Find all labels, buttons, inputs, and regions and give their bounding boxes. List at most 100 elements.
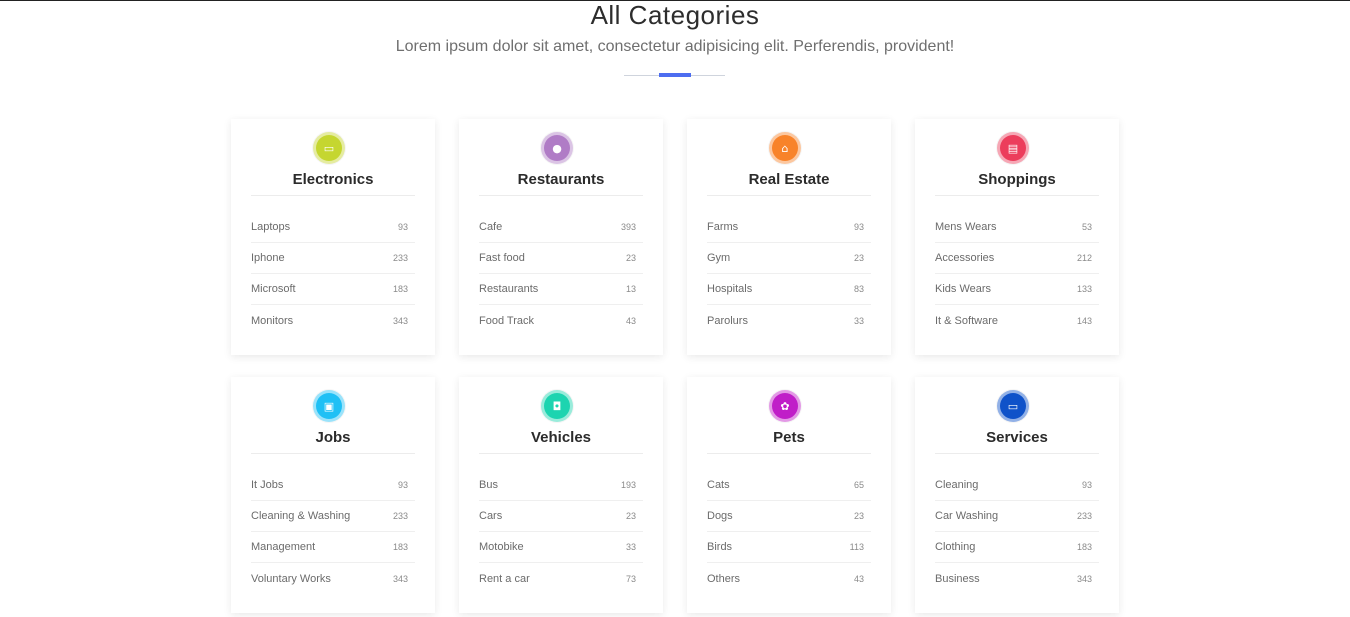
subcategory-item[interactable]: Cleaning & Washing 233 <box>251 501 415 532</box>
category-card-vehicles[interactable]: ◘ Vehicles Bus 193 Cars 23 Motobike 33 Rent a ca… <box>459 377 663 613</box>
subcategory-label[interactable]: Birds <box>707 541 732 553</box>
car-icon: ◘ <box>541 390 573 422</box>
category-card-electronics[interactable]: ▭ Electronics Laptops 93 Iphone 233 Microsoft 1… <box>231 119 435 355</box>
subcategory-item[interactable]: Kids Wears 133 <box>935 274 1099 305</box>
title-divider-accent <box>659 73 691 77</box>
subcategory-label[interactable]: Business <box>935 573 980 585</box>
subcategory-label[interactable]: Rent a car <box>479 573 530 585</box>
subcategory-item[interactable]: Motobike 33 <box>479 532 643 563</box>
subcategory-label[interactable]: Accessories <box>935 252 994 264</box>
subcategory-item[interactable]: Management 183 <box>251 532 415 563</box>
laptop-icon-glyph: ▭ <box>323 141 335 155</box>
category-title[interactable]: Vehicles <box>479 429 643 447</box>
category-title[interactable]: Pets <box>707 429 871 447</box>
subcategory-label[interactable]: Clothing <box>935 541 975 553</box>
subcategory-label[interactable]: Bus <box>479 479 498 491</box>
subcategory-label[interactable]: Fast food <box>479 252 525 264</box>
subcategory-label[interactable]: Farms <box>707 221 738 233</box>
category-title[interactable]: Restaurants <box>479 171 643 189</box>
section-header: All Categories Lorem ipsum dolor sit ame… <box>0 0 1350 57</box>
subcategory-item[interactable]: It & Software 143 <box>935 305 1099 336</box>
subcategory-item[interactable]: Laptops 93 <box>251 212 415 243</box>
subcategory-item[interactable]: Bus 193 <box>479 470 643 501</box>
category-title[interactable]: Real Estate <box>707 171 871 189</box>
category-card-pets[interactable]: ✿ Pets Cats 65 Dogs 23 Birds 113 Others 43 <box>687 377 891 613</box>
subcategory-item[interactable]: Cars 23 <box>479 501 643 532</box>
category-title[interactable]: Shoppings <box>935 171 1099 189</box>
subcategory-item[interactable]: Others 43 <box>707 563 871 594</box>
category-title[interactable]: Services <box>935 429 1099 447</box>
subcategory-count: 33 <box>853 315 864 326</box>
subcategory-item[interactable]: Dogs 23 <box>707 501 871 532</box>
subcategory-count: 233 <box>392 253 408 263</box>
subcategory-item[interactable]: Rent a car 73 <box>479 563 643 594</box>
subcategory-item[interactable]: Mens Wears 53 <box>935 212 1099 243</box>
subcategory-item[interactable]: Restaurants 13 <box>479 274 643 305</box>
subcategory-item[interactable]: Cats 65 <box>707 470 871 501</box>
subcategory-item[interactable]: Fast food 23 <box>479 243 643 274</box>
subcategory-label[interactable]: Gym <box>707 252 730 264</box>
subcategory-item[interactable]: Microsoft 183 <box>251 274 415 305</box>
subcategory-item[interactable]: Parolurs 33 <box>707 305 871 336</box>
subcategory-count: 23 <box>625 253 636 263</box>
subcategory-item[interactable]: Voluntary Works 343 <box>251 563 415 594</box>
subcategory-count: 143 <box>1076 315 1092 326</box>
subcategory-label[interactable]: Cars <box>479 510 502 522</box>
subcategory-count: 343 <box>392 573 408 584</box>
subcategory-item[interactable]: Business 343 <box>935 563 1099 594</box>
category-card-shoppings[interactable]: ▤ Shoppings Mens Wears 53 Accessories 212 Kids… <box>915 119 1119 355</box>
subcategory-label[interactable]: Kids Wears <box>935 283 991 295</box>
home-icon-glyph: ⌂ <box>781 141 789 155</box>
category-title[interactable]: Jobs <box>251 429 415 447</box>
subcategory-list: Farms 93 Gym 23 Hospitals 83 Parolurs 33 <box>707 212 871 336</box>
subcategory-count: 233 <box>1076 511 1092 521</box>
category-card-jobs[interactable]: ▣ Jobs It Jobs 93 Cleaning & Washing 233 Manag… <box>231 377 435 613</box>
subcategory-label[interactable]: Dogs <box>707 510 733 522</box>
subcategory-item[interactable]: Cafe 393 <box>479 212 643 243</box>
subcategory-label[interactable]: Car Washing <box>935 510 998 522</box>
subcategory-label[interactable]: Food Track <box>479 315 534 327</box>
subcategory-label[interactable]: Cafe <box>479 221 502 233</box>
subcategory-list: Laptops 93 Iphone 233 Microsoft 183 Monitors 34… <box>251 212 415 336</box>
subcategory-item[interactable]: Monitors 343 <box>251 305 415 336</box>
subcategory-label[interactable]: Hospitals <box>707 283 752 295</box>
subcategory-label[interactable]: Laptops <box>251 221 290 233</box>
subcategory-label[interactable]: Restaurants <box>479 283 538 295</box>
subcategory-label[interactable]: Others <box>707 573 740 585</box>
category-title[interactable]: Electronics <box>251 171 415 189</box>
subcategory-count: 183 <box>392 542 408 552</box>
subcategory-item[interactable]: Food Track 43 <box>479 305 643 336</box>
subcategory-item[interactable]: Gym 23 <box>707 243 871 274</box>
subcategory-item[interactable]: Car Washing 233 <box>935 501 1099 532</box>
subcategory-item[interactable]: It Jobs 93 <box>251 470 415 501</box>
category-card-real-estate[interactable]: ⌂ Real Estate Farms 93 Gym 23 Hospitals 83 Parol… <box>687 119 891 355</box>
subcategory-label[interactable]: Mens Wears <box>935 221 997 233</box>
subcategory-label[interactable]: Cleaning <box>935 479 978 491</box>
subcategory-item[interactable]: Farms 93 <box>707 212 871 243</box>
subcategory-label[interactable]: Motobike <box>479 541 524 553</box>
subcategory-label[interactable]: It Jobs <box>251 479 283 491</box>
category-card-restaurants[interactable]: ● Restaurants Cafe 393 Fast food 23 Restaurant… <box>459 119 663 355</box>
subcategory-label[interactable]: It & Software <box>935 315 998 327</box>
subcategory-label[interactable]: Voluntary Works <box>251 573 331 585</box>
subcategory-count: 33 <box>625 542 636 552</box>
subcategory-item[interactable]: Accessories 212 <box>935 243 1099 274</box>
category-grid: ▭ Electronics Laptops 93 Iphone 233 Microsoft 1… <box>231 119 1119 613</box>
subcategory-item[interactable]: Iphone 233 <box>251 243 415 274</box>
subcategory-label[interactable]: Cleaning & Washing <box>251 510 350 522</box>
subcategory-label[interactable]: Cats <box>707 479 730 491</box>
card-divider <box>707 195 871 196</box>
subcategory-item[interactable]: Cleaning 93 <box>935 470 1099 501</box>
subcategory-label[interactable]: Monitors <box>251 315 293 327</box>
subcategory-count: 183 <box>1076 542 1092 552</box>
subcategory-label[interactable]: Microsoft <box>251 283 296 295</box>
subcategory-item[interactable]: Birds 113 <box>707 532 871 563</box>
subcategory-label[interactable]: Management <box>251 541 315 553</box>
subcategory-item[interactable]: Clothing 183 <box>935 532 1099 563</box>
card-divider <box>251 453 415 454</box>
subcategory-list: Mens Wears 53 Accessories 212 Kids Wears 133 I… <box>935 212 1099 336</box>
subcategory-label[interactable]: Parolurs <box>707 315 748 327</box>
subcategory-item[interactable]: Hospitals 83 <box>707 274 871 305</box>
subcategory-label[interactable]: Iphone <box>251 252 285 264</box>
category-card-services[interactable]: ▭ Services Cleaning 93 Car Washing 233 Clothin… <box>915 377 1119 613</box>
